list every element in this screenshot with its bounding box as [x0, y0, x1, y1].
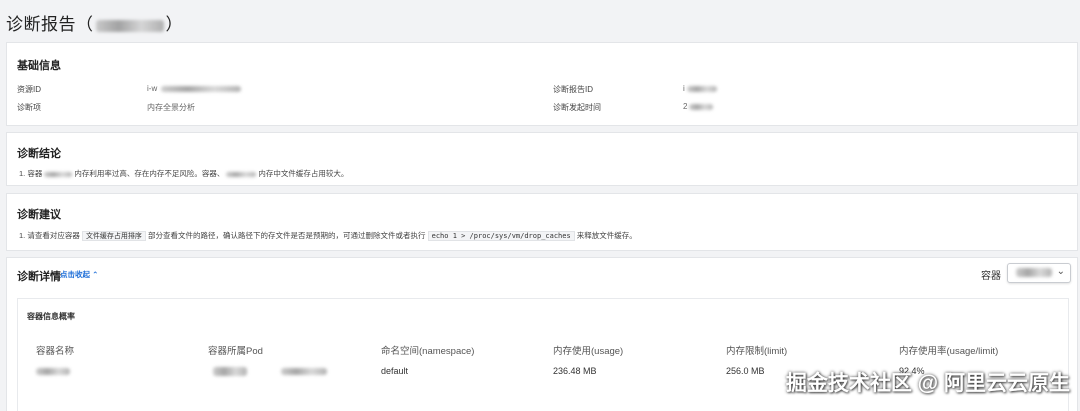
container-select[interactable]: ⌄	[1007, 263, 1071, 283]
diagnosis-time-value: 2	[683, 102, 714, 111]
col-container-name: 容器名称	[36, 346, 75, 357]
cell-container-name	[36, 366, 70, 376]
container-label: 容器	[981, 271, 1001, 282]
collapse-toggle[interactable]: 点击收起 ⌃	[60, 269, 98, 280]
redacted-resource-name	[95, 19, 164, 32]
col-usage: 内存使用(usage)	[553, 346, 624, 357]
resource-id-label: 资源ID	[17, 85, 41, 94]
resource-id-value: i-w	[147, 84, 242, 93]
page-title-suffix: ）	[165, 15, 183, 34]
chevron-up-icon: ⌃	[92, 270, 99, 279]
report-id-value: i	[683, 84, 717, 93]
advice-line: 1. 请查看对应容器 文件缓存占用排序 部分查看文件的路径，确认路径下的存文件是…	[19, 231, 637, 241]
conclusion-line: 1. 容器 内存利用率过高、存在内存不足风险。容器、 内存中文件缓存占用较大。	[19, 169, 349, 178]
col-namespace: 命名空间(namespace)	[381, 346, 475, 357]
diagnosis-item-label: 诊断项	[17, 103, 41, 112]
basic-info-card: 基础信息 资源ID i-w 诊断报告ID i 诊断项 内存全景分析 诊断发起时间…	[6, 42, 1078, 126]
report-id-label: 诊断报告ID	[553, 85, 593, 94]
diagnosis-item-value: 内存全景分析	[147, 103, 195, 112]
col-limit: 内存限制(limit)	[726, 346, 788, 357]
page-title: 诊断报告（ ）	[6, 10, 183, 35]
basic-info-title: 基础信息	[17, 60, 61, 72]
redacted-selected-container	[1016, 268, 1052, 277]
chevron-down-icon: ⌄	[1056, 266, 1065, 277]
file-cache-sort-code: 文件缓存占用排序	[81, 231, 146, 241]
detail-title: 诊断详情	[17, 271, 61, 283]
table-title: 容器信息概率	[27, 312, 75, 321]
cell-usage: 236.48 MB	[553, 366, 597, 376]
cell-limit: 256.0 MB	[726, 366, 765, 376]
watermark: 掘金技术社区 @ 阿里云云原生	[785, 372, 1070, 395]
page-title-prefix: 诊断报告（	[6, 15, 94, 34]
col-usage-rate: 内存使用率(usage/limit)	[899, 346, 999, 357]
advice-card: 诊断建议 1. 请查看对应容器 文件缓存占用排序 部分查看文件的路径，确认路径下…	[6, 193, 1078, 251]
advice-title: 诊断建议	[17, 209, 61, 221]
cell-pod	[213, 366, 327, 377]
conclusion-title: 诊断结论	[17, 148, 61, 160]
col-pod: 容器所属Pod	[208, 346, 263, 357]
cell-namespace: default	[381, 366, 409, 376]
conclusion-card: 诊断结论 1. 容器 内存利用率过高、存在内存不足风险。容器、 内存中文件缓存占用较…	[6, 132, 1078, 186]
diagnosis-time-label: 诊断发起时间	[553, 103, 601, 112]
drop-caches-command: echo 1 > /proc/sys/vm/drop_caches	[427, 231, 575, 241]
